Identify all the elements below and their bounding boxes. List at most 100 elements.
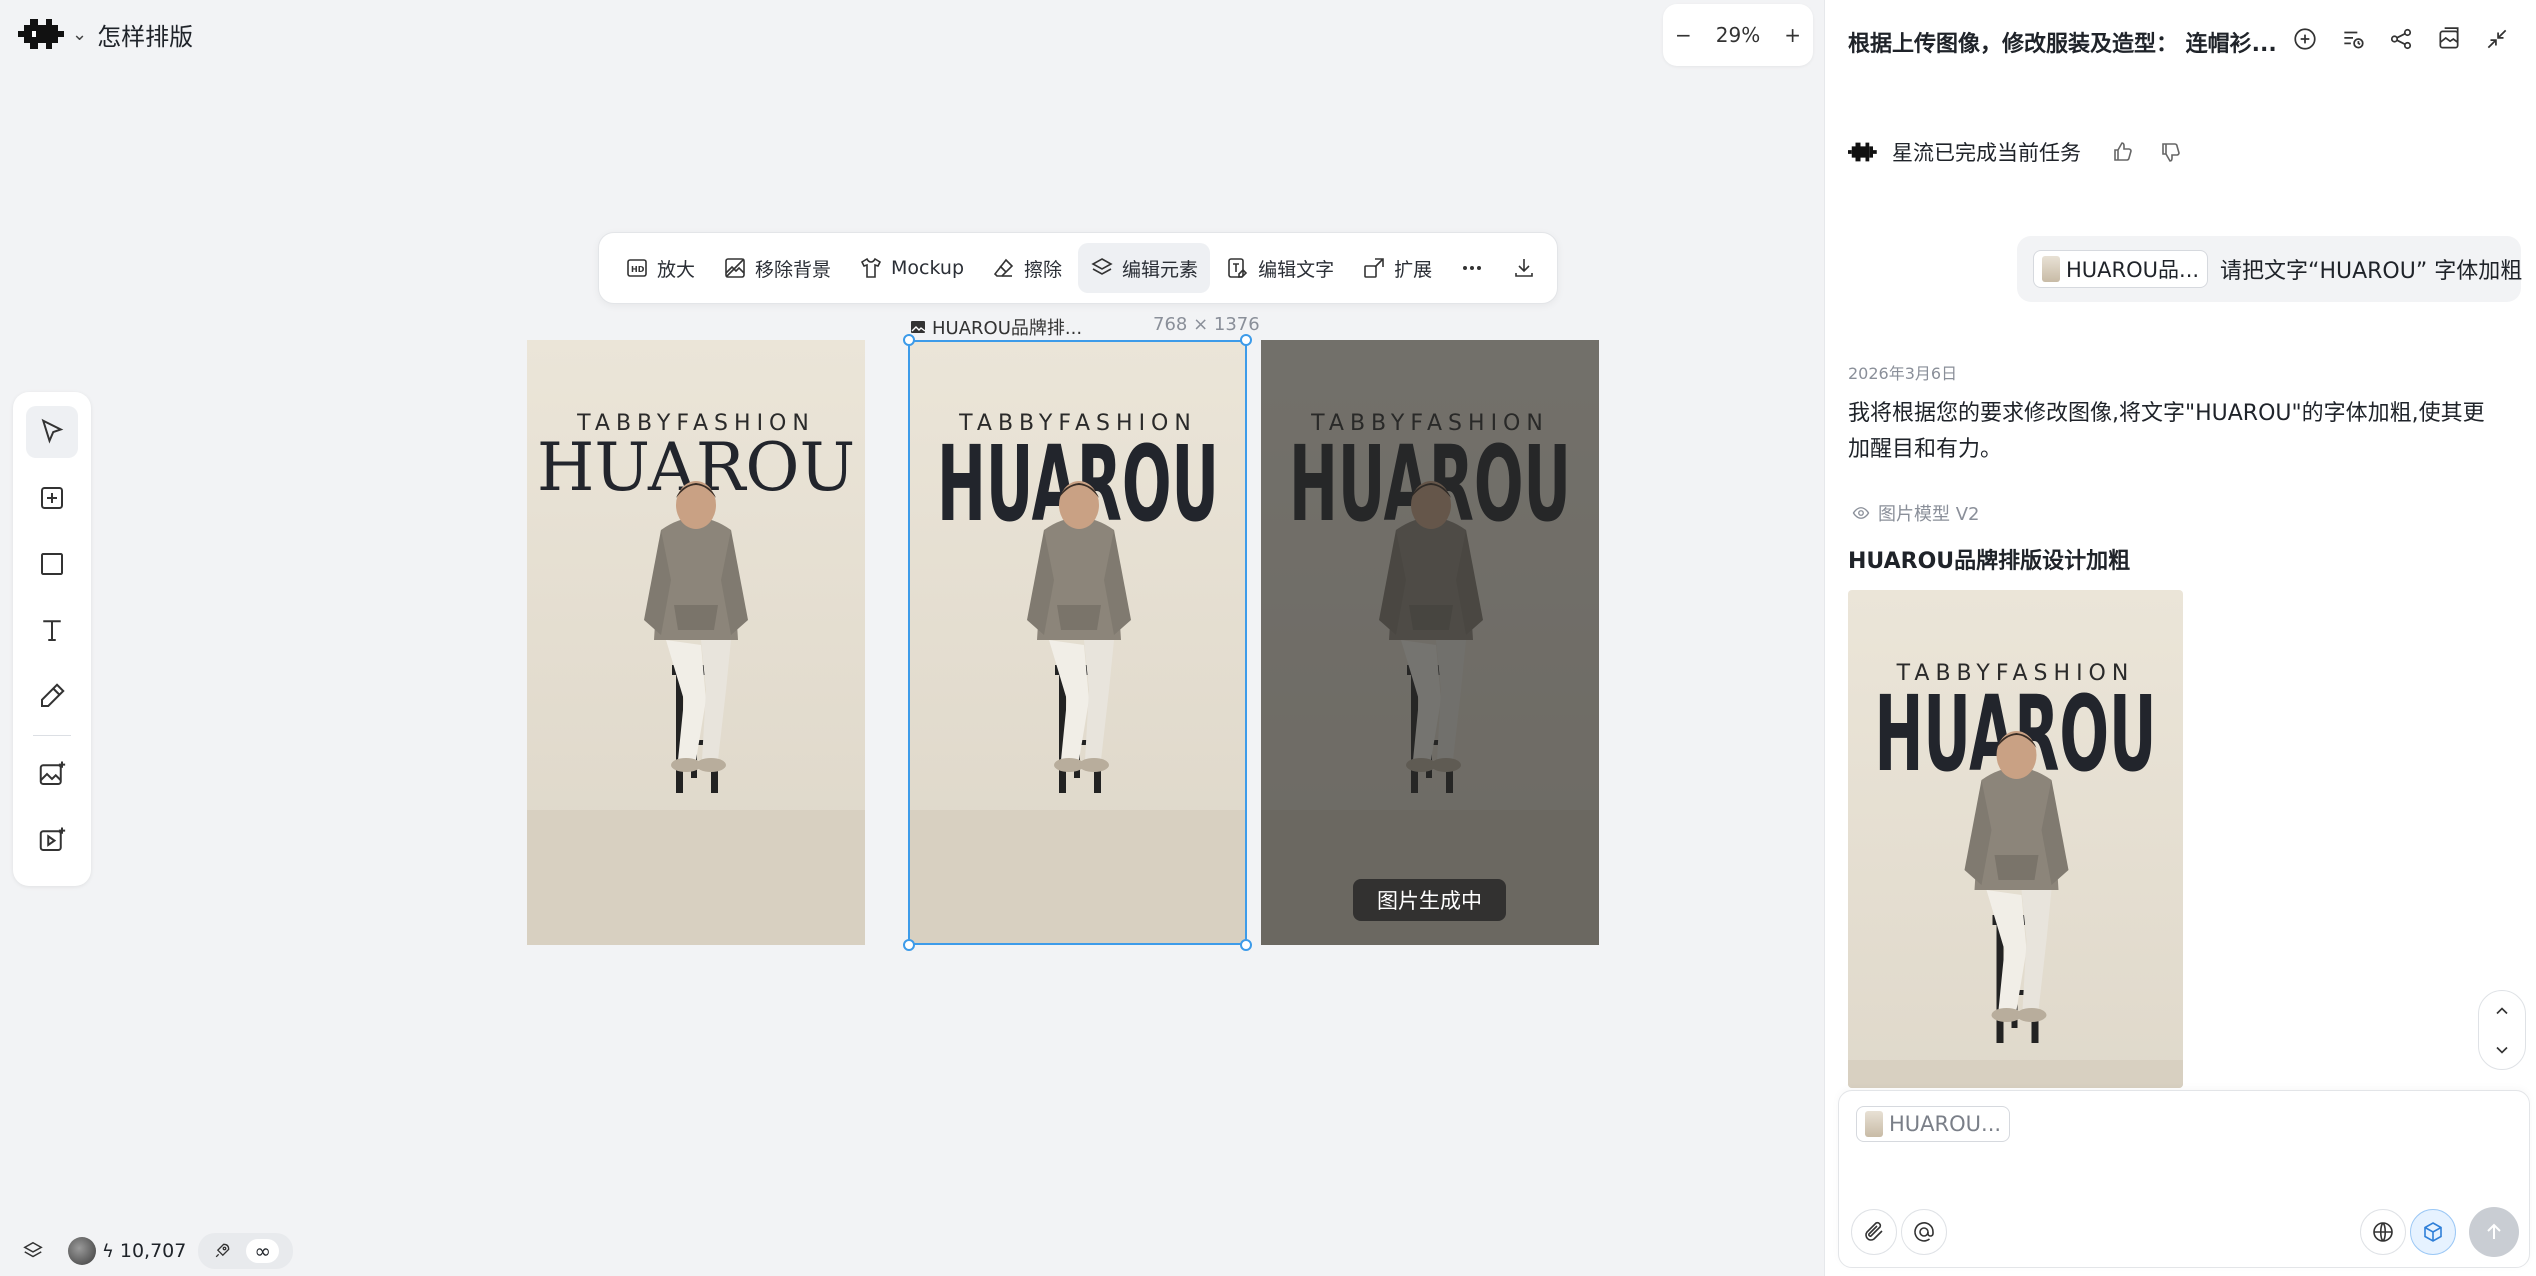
download-button[interactable] (1500, 243, 1548, 293)
avatar (68, 1237, 96, 1265)
zoom-out-button[interactable]: − (1675, 23, 1692, 47)
chat-title[interactable]: 根据上传图像，修改服装及造型： 连帽衫... (1848, 26, 2277, 58)
infinity-badge: ∞ (246, 1239, 280, 1263)
selected-image-name[interactable]: HUAROU品牌排... (910, 314, 1082, 340)
send-button[interactable] (2469, 1207, 2519, 1257)
erase-button[interactable]: 擦除 (980, 243, 1074, 293)
selected-image-size: 768 × 1376 (1153, 314, 1260, 335)
text-tool[interactable] (26, 604, 78, 656)
user-message-bubble: HUAROU品... 请把文字“HUAROU” 字体加粗 (2017, 236, 2522, 302)
canvas-image-selected[interactable]: TABBYFASHION HUAROU (909, 340, 1247, 945)
text-tool-icon (43, 620, 61, 641)
project-header[interactable]: ⌄ 怎样排版 (18, 14, 193, 54)
image-generate-icon (39, 761, 66, 785)
selected-image-title: HUAROU品牌排... (932, 318, 1083, 339)
resize-handle-top-right[interactable] (1240, 334, 1252, 346)
scroll-controls (2478, 990, 2526, 1070)
left-tool-panel (13, 392, 91, 886)
resize-handle-bottom-right[interactable] (1240, 939, 1252, 951)
expand-label: 扩展 (1394, 258, 1433, 281)
zoom-control: − 29% + (1663, 4, 1813, 66)
result-image[interactable]: TABBYFASHION HUAROU (1848, 590, 2183, 1088)
canvas-image-original[interactable]: TABBYFASHION HUAROU (527, 340, 865, 945)
select-tool[interactable] (26, 406, 78, 458)
mockup-button[interactable]: Mockup (847, 243, 976, 293)
tool-divider (33, 735, 71, 736)
text-edit-icon (1228, 258, 1248, 278)
plan-pill[interactable]: ∞ (198, 1233, 294, 1269)
remove-background-label: 移除背景 (755, 258, 832, 281)
model-3d-toggle[interactable] (2410, 1209, 2456, 1255)
eye-icon (1852, 507, 1870, 519)
image-reference-chip[interactable]: HUAROU品... (2033, 250, 2209, 288)
chevron-down-icon[interactable] (2492, 1040, 2512, 1060)
task-complete-text: 星流已完成当前任务 (1892, 141, 2081, 165)
credits-display[interactable]: ϟ 10,707 (68, 1237, 186, 1265)
arrow-up-icon (2487, 1223, 2501, 1239)
attach-button[interactable] (1851, 1209, 1897, 1255)
edit-text-button[interactable]: 编辑文字 (1214, 243, 1346, 293)
edit-elements-button[interactable]: 编辑元素 (1078, 243, 1211, 293)
model-label: 图片模型 V2 (1878, 504, 1980, 525)
image-icon (911, 321, 926, 333)
collapse-icon[interactable] (2484, 26, 2510, 52)
rectangle-tool[interactable] (26, 538, 78, 590)
layers-icon (1091, 258, 1113, 275)
generating-status-badge: 图片生成中 (1353, 879, 1506, 921)
upscale-button[interactable]: HD 放大 (613, 243, 707, 293)
pen-tool[interactable] (26, 670, 78, 722)
globe-icon (2373, 1222, 2393, 1242)
image-reference-label: HUAROU品... (2066, 258, 2200, 282)
add-frame-icon (41, 487, 63, 509)
resize-handle-top-left[interactable] (903, 334, 915, 346)
video-generate-icon (39, 827, 66, 851)
message-date: 2026年3月6日 (1848, 364, 1958, 383)
bottom-status-bar: ϟ 10,707 ∞ (22, 1233, 294, 1269)
expand-button[interactable]: 扩展 (1350, 243, 1444, 293)
thumbs-down-icon[interactable] (2159, 140, 2183, 164)
more-icon (1463, 266, 1482, 270)
resize-handle-bottom-left[interactable] (903, 939, 915, 951)
layers-icon[interactable] (22, 1240, 44, 1262)
input-image-label: HUAROU... (1889, 1112, 2002, 1136)
xingliu-logo-icon (18, 19, 64, 49)
zoom-level[interactable]: 29% (1716, 23, 1760, 47)
hd-icon: HD (627, 259, 647, 277)
history-icon[interactable] (2340, 26, 2366, 52)
project-name[interactable]: 怎样排版 (97, 17, 193, 52)
rectangle-icon (41, 553, 63, 575)
thumbs-up-icon[interactable] (2111, 140, 2135, 164)
lightning-icon: ϟ (102, 1240, 114, 1262)
select-pointer-icon (41, 418, 64, 444)
image-toolbar: HD 放大 移除背景 Mockup 擦除 编辑元素 编辑文字 扩展 (598, 232, 1558, 304)
more-button[interactable] (1448, 243, 1496, 293)
expand-icon (1364, 258, 1384, 278)
share-icon[interactable] (2388, 26, 2414, 52)
canvas-image-generating[interactable]: TABBYFASHION HUAROU (1261, 340, 1599, 945)
image-generate-tool[interactable] (26, 748, 78, 800)
assistant-reply-text: 我将根据您的要求修改图像,将文字"HUAROU"的字体加粗,使其更加醒目和有力。 (1848, 401, 2485, 462)
chevron-up-icon[interactable] (2492, 1001, 2512, 1021)
pen-icon (41, 683, 65, 707)
new-chat-icon[interactable] (2292, 26, 2318, 52)
xingliu-logo-icon (1848, 142, 1877, 162)
paperclip-icon (1865, 1221, 1883, 1241)
svg-text:HD: HD (631, 265, 645, 274)
chevron-down-icon[interactable]: ⌄ (72, 24, 87, 45)
add-frame-tool[interactable] (26, 472, 78, 524)
upscale-label: 放大 (657, 258, 696, 281)
eraser-icon (993, 258, 1014, 277)
image-thumbnail (1865, 1111, 1883, 1137)
remove-background-button[interactable]: 移除背景 (711, 243, 843, 293)
input-image-chip[interactable]: HUAROU... (1856, 1106, 2011, 1142)
web-search-toggle[interactable] (2360, 1209, 2406, 1255)
zoom-in-button[interactable]: + (1784, 23, 1801, 47)
cube-icon (2424, 1222, 2442, 1242)
assets-icon[interactable] (2436, 26, 2462, 52)
erase-label: 擦除 (1024, 258, 1063, 281)
video-generate-tool[interactable] (26, 814, 78, 866)
result-title: HUAROU品牌排版设计加粗 (1848, 549, 2131, 574)
mention-button[interactable] (1901, 1209, 1947, 1255)
task-complete-row: 星流已完成当前任务 (1848, 137, 2183, 167)
image-thumbnail (2042, 256, 2060, 282)
